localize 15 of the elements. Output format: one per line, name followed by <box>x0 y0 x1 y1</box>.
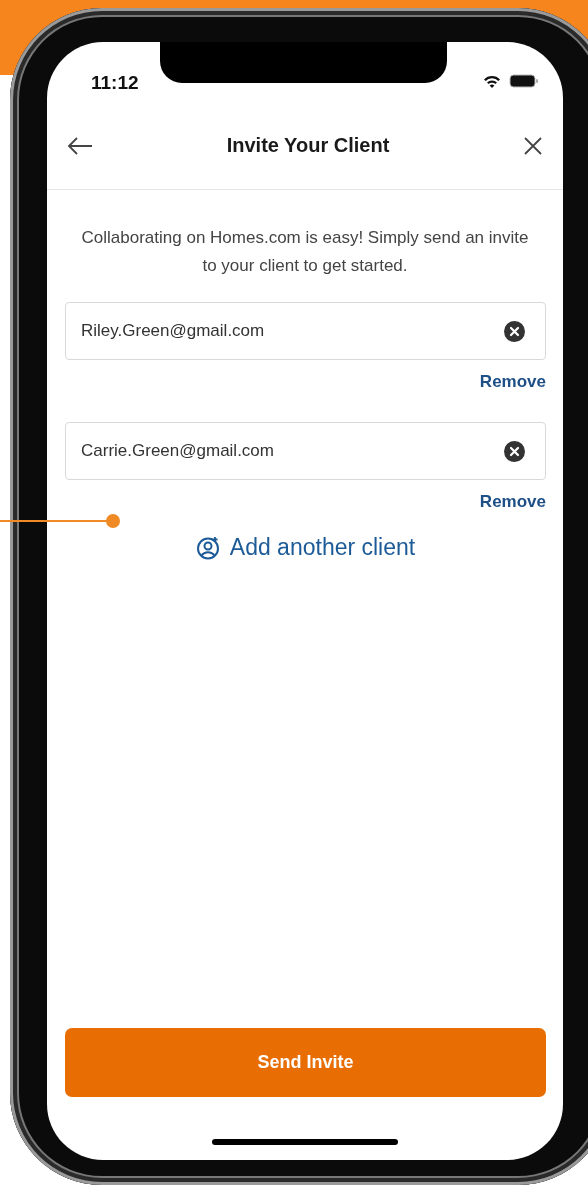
add-client-link[interactable]: Add another client <box>195 534 416 561</box>
remove-link[interactable]: Remove <box>479 372 546 392</box>
remove-link[interactable]: Remove <box>479 492 546 512</box>
status-time: 11:12 <box>91 72 139 94</box>
screen-title: Invite Your Client <box>226 134 390 157</box>
clear-icon[interactable] <box>504 321 525 342</box>
back-arrow-icon[interactable] <box>67 135 93 156</box>
clear-icon[interactable] <box>504 441 525 462</box>
close-icon[interactable] <box>523 135 543 156</box>
description-text: Collaborating on Homes.com is easy! Simply send an invite to your client to get started. <box>80 227 530 277</box>
wifi-icon <box>483 74 501 88</box>
person-add-icon <box>195 535 220 560</box>
email-field[interactable]: Carrie.Green@gmail.com <box>65 422 546 480</box>
battery-icon <box>509 74 539 88</box>
email-field[interactable]: Riley.Green@gmail.com <box>65 302 546 360</box>
